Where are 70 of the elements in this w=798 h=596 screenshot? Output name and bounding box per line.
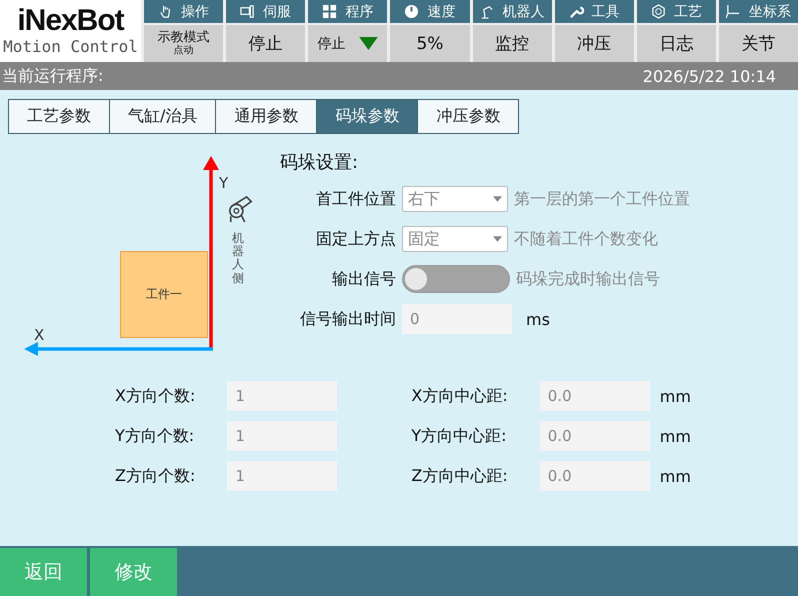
hint-text: 码垛完成时输出信号 bbox=[516, 268, 660, 290]
field-label: Y方向个数: bbox=[115, 426, 196, 446]
robot-arm-icon bbox=[480, 4, 495, 19]
menu-button[interactable]: 工艺 bbox=[636, 0, 716, 23]
axes-icon bbox=[726, 4, 741, 19]
robot-side-label: 机器人侧 bbox=[232, 232, 244, 285]
status-button[interactable]: 5% bbox=[390, 25, 470, 62]
tab[interactable]: 工艺参数 bbox=[8, 99, 110, 134]
mode-button[interactable]: 示教模式 点动 bbox=[144, 25, 224, 62]
field-label: 固定上方点 bbox=[315, 228, 396, 250]
select-field[interactable]: 右下 bbox=[402, 186, 508, 212]
menu-button[interactable]: 机器人 bbox=[472, 0, 552, 23]
monitor-icon bbox=[240, 4, 256, 19]
caret-icon bbox=[359, 37, 378, 50]
field-label: 信号输出时间 bbox=[299, 308, 396, 330]
unit-label: mm bbox=[660, 386, 692, 406]
wrench-icon bbox=[568, 4, 584, 19]
tab[interactable]: 冲压参数 bbox=[417, 99, 520, 134]
input-field[interactable]: 1 bbox=[227, 421, 338, 451]
submode-label: 点动 bbox=[174, 45, 194, 57]
menu-button[interactable]: 伺服 bbox=[226, 0, 306, 23]
tab[interactable]: 气缸/治具 bbox=[109, 99, 216, 134]
caret-icon bbox=[493, 236, 502, 242]
robot-icon bbox=[228, 194, 254, 224]
menu-button[interactable]: 速度 bbox=[390, 0, 470, 23]
unit-label: mm bbox=[660, 466, 692, 486]
field-label: Z方向中心距: bbox=[411, 466, 509, 486]
status-button[interactable]: 冲压 bbox=[554, 25, 634, 62]
logo-subtitle: Motion Control bbox=[3, 37, 138, 57]
tab[interactable]: 通用参数 bbox=[215, 99, 318, 134]
tab[interactable]: 码垛参数 bbox=[316, 99, 418, 134]
datetime: 2026/5/22 10:14 bbox=[642, 66, 776, 86]
menu-button[interactable]: 程序 bbox=[308, 0, 388, 23]
state-dropdown[interactable]: 停止 bbox=[308, 25, 388, 62]
field-label: Y方向中心距: bbox=[411, 426, 508, 446]
status-button[interactable]: 停止 bbox=[226, 25, 306, 62]
input-field[interactable]: 0.0 bbox=[540, 421, 650, 451]
hexagon-icon bbox=[650, 4, 666, 19]
brand-logo: iNexBot bbox=[17, 5, 124, 37]
field-label: X方向中心距: bbox=[411, 386, 509, 406]
status-button[interactable]: 监控 bbox=[472, 25, 552, 62]
menu-button[interactable]: 坐标系 bbox=[718, 0, 798, 23]
field-label: X方向个数: bbox=[115, 386, 196, 406]
field-label: Z方向个数: bbox=[115, 466, 196, 486]
menu-button[interactable]: 操作 bbox=[144, 0, 224, 23]
section-title: 码垛设置: bbox=[280, 151, 360, 174]
field-label: 输出信号 bbox=[331, 268, 396, 290]
input-field[interactable]: 0.0 bbox=[540, 461, 650, 491]
grid-icon bbox=[322, 4, 338, 19]
input-field[interactable]: 1 bbox=[227, 461, 338, 491]
status-button[interactable]: 日志 bbox=[636, 25, 716, 62]
menu-button[interactable]: 工具 bbox=[554, 0, 634, 23]
input-field[interactable]: 0.0 bbox=[540, 381, 650, 411]
toggle-switch[interactable] bbox=[402, 265, 510, 293]
axis-label: X bbox=[34, 326, 44, 344]
unit-label: mm bbox=[660, 426, 692, 446]
workpiece: 工件一 bbox=[120, 251, 208, 338]
status-button[interactable]: 关节 bbox=[718, 25, 798, 62]
input-field[interactable]: 1 bbox=[227, 381, 338, 411]
program-label: 当前运行程序: bbox=[2, 66, 104, 86]
caret-icon bbox=[493, 196, 502, 202]
axis-label: Y bbox=[219, 174, 228, 192]
hint-text: 第一层的第一个工件位置 bbox=[514, 188, 690, 210]
field-label: 首工件位置 bbox=[315, 188, 396, 210]
unit-label: ms bbox=[526, 310, 550, 328]
select-field[interactable]: 固定 bbox=[402, 226, 508, 252]
gauge-icon bbox=[404, 4, 420, 19]
hint-text: 不随着工件个数变化 bbox=[514, 228, 658, 250]
mode-label: 示教模式 bbox=[158, 30, 210, 45]
input-field[interactable]: 0 bbox=[402, 304, 512, 334]
